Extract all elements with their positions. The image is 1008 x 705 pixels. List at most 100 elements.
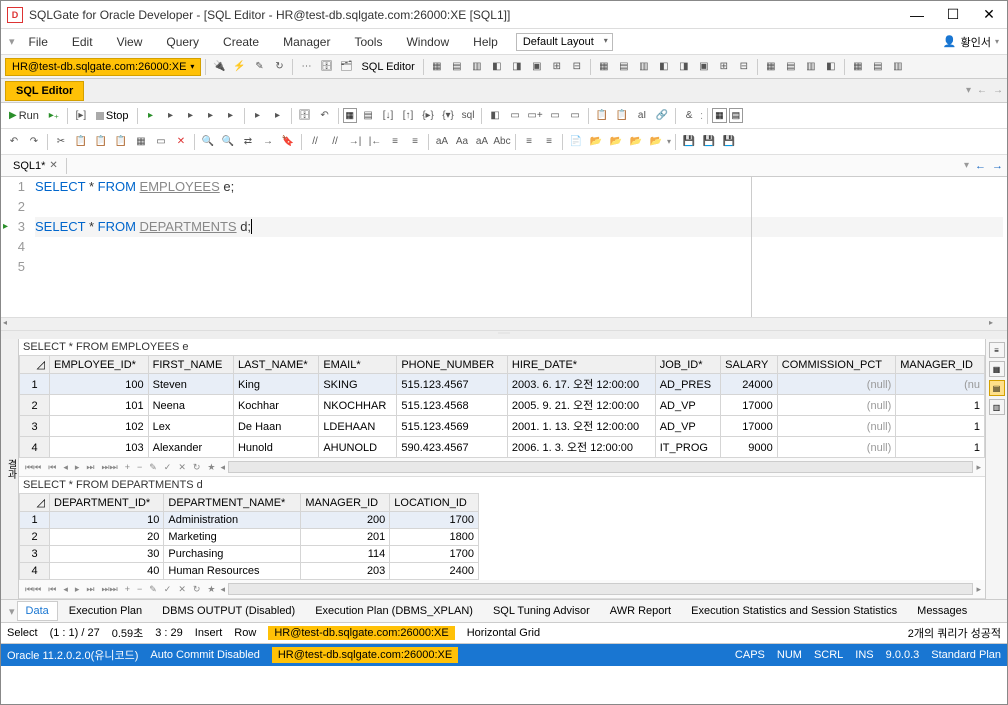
open4-icon[interactable]: 📂 bbox=[647, 133, 665, 151]
clear-icon[interactable]: ▭ bbox=[152, 133, 170, 151]
nav-prev-page-icon[interactable]: ⏮ bbox=[46, 462, 58, 473]
more-icon[interactable]: ⋯ bbox=[297, 58, 315, 76]
paste3-icon[interactable]: 📋 bbox=[112, 133, 130, 151]
tool-icon-2[interactable]: ▤ bbox=[448, 58, 466, 76]
col-header[interactable]: COMMISSION_PCT bbox=[777, 356, 895, 374]
col-header[interactable]: PHONE_NUMBER bbox=[397, 356, 508, 374]
tab-exec-plan-xplan[interactable]: Execution Plan (DBMS_XPLAN) bbox=[306, 601, 482, 621]
col-header[interactable]: FIRST_NAME bbox=[148, 356, 233, 374]
comment-icon[interactable]: // bbox=[306, 133, 324, 151]
tool-icon-17[interactable]: ▦ bbox=[762, 58, 780, 76]
right-tool-4[interactable]: ▥ bbox=[989, 399, 1005, 415]
table-row[interactable]: 2 101 Neena Kochhar NKOCHHAR 515.123.456… bbox=[20, 395, 985, 416]
run-button[interactable]: ▶Run bbox=[5, 108, 43, 124]
user-area[interactable]: 👤 황인서 ▾ bbox=[943, 34, 999, 50]
nav-cancel-icon[interactable]: ✕ bbox=[176, 584, 188, 595]
col-header[interactable]: SALARY bbox=[721, 356, 778, 374]
schema-icon[interactable]: 🗂 bbox=[337, 58, 355, 76]
layout-icon-1[interactable]: ▤ bbox=[359, 107, 377, 125]
exec-icon-3[interactable]: ▸ bbox=[182, 107, 200, 125]
menu-window[interactable]: Window bbox=[396, 32, 459, 52]
col-header[interactable]: HIRE_DATE* bbox=[507, 356, 655, 374]
format-icon[interactable]: ≡ bbox=[386, 133, 404, 151]
tool-icon-7[interactable]: ⊞ bbox=[548, 58, 566, 76]
new-conn-icon[interactable]: 🔌 bbox=[210, 58, 228, 76]
cut-icon[interactable]: ✂ bbox=[52, 133, 70, 151]
code-area[interactable]: SELECT * FROM EMPLOYEES e; SELECT * FROM… bbox=[31, 177, 1007, 317]
file-tab-sql1[interactable]: SQL1* ✕ bbox=[5, 158, 67, 174]
nav-next-icon[interactable]: ▸ bbox=[73, 584, 82, 595]
nav-del-icon[interactable]: − bbox=[135, 462, 144, 472]
layout-icon-3[interactable]: [↑] bbox=[399, 107, 417, 125]
tool-icon-1[interactable]: ▦ bbox=[428, 58, 446, 76]
nav-first-icon[interactable]: ⏮⏮ bbox=[23, 584, 43, 595]
grid-corner[interactable]: ◿ bbox=[20, 494, 50, 512]
menu-create[interactable]: Create bbox=[213, 32, 269, 52]
uncomment-icon[interactable]: // bbox=[326, 133, 344, 151]
col-header[interactable]: DEPARTMENT_NAME* bbox=[164, 494, 301, 512]
tool-icon-15[interactable]: ⊞ bbox=[715, 58, 733, 76]
menu-query[interactable]: Query bbox=[156, 32, 209, 52]
tool-icon-12[interactable]: ◧ bbox=[655, 58, 673, 76]
editor-hscroll[interactable] bbox=[1, 317, 1007, 331]
nav-bookmark-icon[interactable]: ★ bbox=[205, 462, 217, 473]
nav-next-page-icon[interactable]: ⏭ bbox=[84, 462, 96, 473]
table-row[interactable]: 4 103 Alexander Hunold AHUNOLD 590.423.4… bbox=[20, 437, 985, 458]
menu-file[interactable]: File bbox=[19, 32, 58, 52]
goto-icon[interactable]: → bbox=[259, 133, 277, 151]
menu-view[interactable]: View bbox=[107, 32, 153, 52]
nav-last-icon[interactable]: ⏭⏭ bbox=[99, 462, 119, 473]
layout-icon-2[interactable]: [↓] bbox=[379, 107, 397, 125]
tab-exec-plan[interactable]: Execution Plan bbox=[60, 601, 151, 621]
bottom-tabs-dropdown[interactable]: ▾ bbox=[9, 605, 15, 618]
nav-next-page-icon[interactable]: ⏭ bbox=[84, 584, 96, 595]
paste2-icon[interactable]: 📋 bbox=[92, 133, 110, 151]
menu-manager[interactable]: Manager bbox=[273, 32, 340, 52]
right-tool-2[interactable]: ▦ bbox=[989, 361, 1005, 377]
tab-icon-1[interactable]: ▭ bbox=[506, 107, 524, 125]
tab-messages[interactable]: Messages bbox=[908, 601, 976, 621]
col-header[interactable]: DEPARTMENT_ID* bbox=[50, 494, 164, 512]
delete-icon[interactable]: ✕ bbox=[172, 133, 190, 151]
rollback-icon[interactable]: ↶ bbox=[316, 107, 334, 125]
tab-prev-icon[interactable]: ← bbox=[977, 85, 987, 96]
col-header[interactable]: LOCATION_ID bbox=[390, 494, 479, 512]
tab-tuning-advisor[interactable]: SQL Tuning Advisor bbox=[484, 601, 599, 621]
exec-icon-1[interactable]: ▸ bbox=[142, 107, 160, 125]
nav-add-icon[interactable]: + bbox=[123, 584, 132, 594]
save-all-icon[interactable]: 💾 bbox=[700, 133, 718, 151]
bookmark-icon[interactable]: 🔖 bbox=[279, 133, 297, 151]
layout-btn-1[interactable]: ▦ bbox=[712, 108, 727, 123]
commit-icon[interactable]: 🗄 bbox=[296, 107, 314, 125]
paste-icon[interactable]: 📋 bbox=[613, 107, 631, 125]
tool-icon-22[interactable]: ▤ bbox=[869, 58, 887, 76]
secondary-menu-icon[interactable]: ▾ bbox=[9, 35, 15, 48]
tab-next-icon[interactable]: → bbox=[993, 85, 1003, 96]
splitter[interactable]: ⋯⋯ bbox=[1, 331, 1007, 339]
table-row[interactable]: 4 40 Human Resources 203 2400 bbox=[20, 563, 479, 580]
nav-prev-page-icon[interactable]: ⏮ bbox=[46, 584, 58, 595]
tool-icon-8[interactable]: ⊟ bbox=[568, 58, 586, 76]
layout-icon-4[interactable]: {▸} bbox=[419, 107, 437, 125]
col-header[interactable]: EMPLOYEE_ID* bbox=[50, 356, 149, 374]
tool-icon-3[interactable]: ▥ bbox=[468, 58, 486, 76]
minimize-button[interactable]: — bbox=[905, 5, 929, 25]
table-row[interactable]: 1 100 Steven King SKING 515.123.4567 200… bbox=[20, 374, 985, 395]
close-button[interactable]: ✕ bbox=[977, 5, 1001, 25]
editor-tab-sql-editor[interactable]: SQL Editor bbox=[5, 81, 84, 101]
nav-last-icon[interactable]: ⏭⏭ bbox=[99, 584, 119, 595]
tab-data[interactable]: Data bbox=[17, 601, 58, 621]
tool-icon-19[interactable]: ▥ bbox=[802, 58, 820, 76]
tab-icon-4[interactable]: ▭ bbox=[566, 107, 584, 125]
nav-edit-icon[interactable]: ✎ bbox=[147, 584, 159, 595]
nav-refresh-icon[interactable]: ↻ bbox=[191, 584, 203, 595]
file-tab-dropdown-icon[interactable]: ▾ bbox=[964, 160, 969, 172]
tool-icon-4[interactable]: ◧ bbox=[488, 58, 506, 76]
tab-dbms-output[interactable]: DBMS OUTPUT (Disabled) bbox=[153, 601, 304, 621]
tool-icon-21[interactable]: ▦ bbox=[849, 58, 867, 76]
abc-icon[interactable]: Abc bbox=[493, 133, 511, 151]
grid-hscroll[interactable] bbox=[228, 461, 973, 473]
nav-prev-icon[interactable]: ◂ bbox=[61, 462, 70, 473]
split-icon[interactable]: ◧ bbox=[486, 107, 504, 125]
file-tab-next-icon[interactable]: → bbox=[992, 160, 1003, 172]
